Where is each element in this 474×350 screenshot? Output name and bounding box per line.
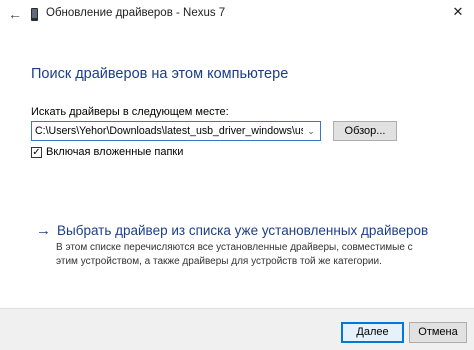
path-combobox[interactable]: C:\Users\Yehor\Downloads\latest_usb_driv… <box>31 121 321 141</box>
chevron-down-icon[interactable]: ⌄ <box>305 124 317 138</box>
title-bar: ← Обновление драйверов - Nexus 7 ✕ <box>0 0 474 30</box>
pick-driver-description: В этом списке перечисляются все установл… <box>56 242 413 267</box>
path-input[interactable]: C:\Users\Yehor\Downloads\latest_usb_driv… <box>35 125 303 137</box>
close-icon[interactable]: ✕ <box>450 4 466 20</box>
include-subfolders-checkbox[interactable]: ✓ <box>31 147 42 158</box>
arrow-right-icon: → <box>36 222 51 239</box>
cancel-button[interactable]: Отмена <box>409 322 467 343</box>
next-button[interactable]: Далее <box>341 322 404 343</box>
browse-button[interactable]: Обзор... <box>333 121 397 141</box>
path-label: Искать драйверы в следующем месте: <box>31 106 229 118</box>
include-subfolders-label[interactable]: Включая вложенные папки <box>46 146 183 158</box>
page-title: Поиск драйверов на этом компьютере <box>31 66 289 82</box>
back-arrow-icon[interactable]: ← <box>8 6 22 22</box>
device-icon <box>31 8 38 21</box>
window-title: Обновление драйверов - Nexus 7 <box>46 7 226 19</box>
pick-driver-link-text[interactable]: Выбрать драйвер из списка уже установлен… <box>57 222 428 240</box>
